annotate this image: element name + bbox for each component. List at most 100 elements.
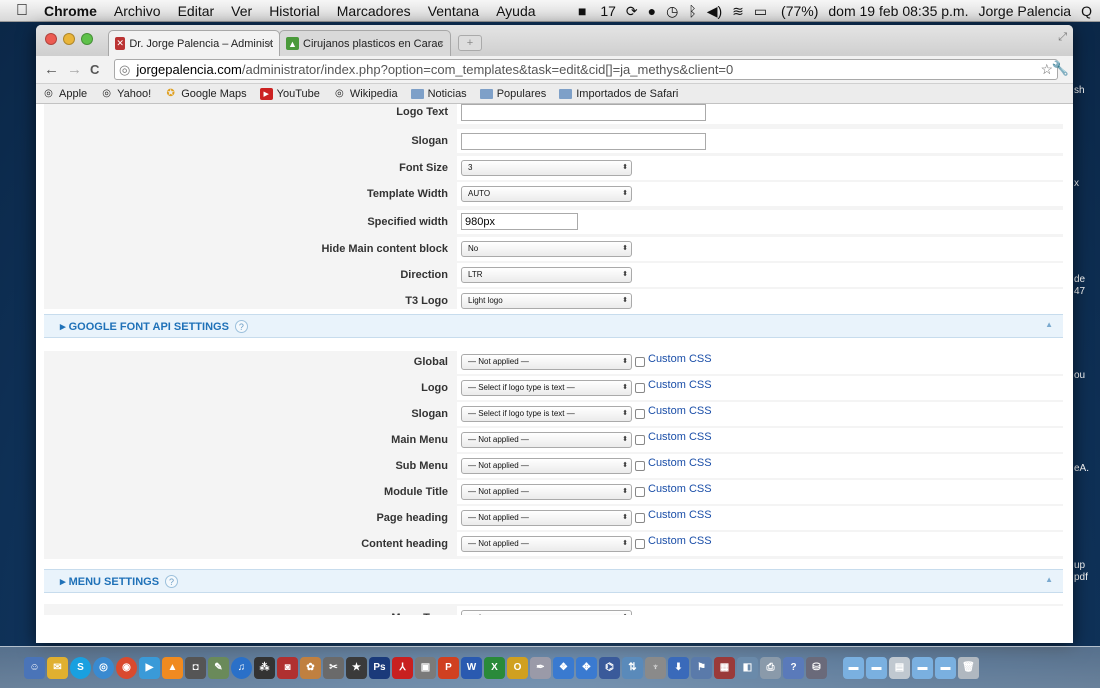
back-button[interactable]: ← xyxy=(44,61,59,78)
slogan-input[interactable] xyxy=(461,133,706,150)
printer-icon[interactable]: ⎙ xyxy=(760,656,781,679)
collapse-icon[interactable]: ▲ xyxy=(1045,320,1053,329)
tab-admin[interactable]: ✕ Dr. Jorge Palencia – Administ × xyxy=(108,30,280,56)
custom-css-label[interactable]: Custom CSS xyxy=(648,509,712,521)
spotlight-icon[interactable]: Q xyxy=(1081,3,1092,19)
google-font-section-header[interactable]: ▸ GOOGLE FONT API SETTINGS? ▲ xyxy=(44,314,1063,338)
custom-css-checkbox[interactable] xyxy=(635,383,645,393)
google-font-select[interactable]: — Not applied — ⬍ xyxy=(461,510,632,526)
network-icon[interactable]: ⌬ xyxy=(599,656,620,679)
imovie-icon[interactable]: ★ xyxy=(346,656,367,679)
document-stack-icon[interactable]: ▤ xyxy=(889,656,910,679)
help-app-icon[interactable]: ? xyxy=(783,656,804,679)
fullscreen-icon[interactable]: ⤢ xyxy=(1058,31,1067,44)
iphoto-icon[interactable]: ✿ xyxy=(300,656,321,679)
menu-marcadores[interactable]: Marcadores xyxy=(337,3,411,19)
skype-icon[interactable]: S xyxy=(70,656,91,679)
menu-archivo[interactable]: Archivo xyxy=(114,3,161,19)
battery-icon[interactable]: ▭ (77%) xyxy=(754,3,818,20)
custom-css-checkbox[interactable] xyxy=(635,409,645,419)
image-icon[interactable]: ◧ xyxy=(737,656,758,679)
sync-app-icon[interactable]: ✥ xyxy=(576,656,597,679)
excel-icon[interactable]: X xyxy=(484,656,505,679)
user-name[interactable]: Jorge Palencia xyxy=(978,3,1071,19)
photo-booth-icon[interactable]: ◙ xyxy=(277,656,298,679)
disk-utility-icon[interactable]: ▣ xyxy=(415,656,436,679)
bookmark-noticias[interactable]: Noticias xyxy=(410,88,467,100)
google-font-select[interactable]: — Not applied — ⬍ xyxy=(461,536,632,552)
word-icon[interactable]: W xyxy=(461,656,482,679)
flag-icon[interactable]: ⚑ xyxy=(691,656,712,679)
google-font-select[interactable]: — Not applied — ⬍ xyxy=(461,458,632,474)
tab-cirujanos[interactable]: ▲ Cirujanos plasticos en Carac × xyxy=(279,30,451,56)
vlc-icon[interactable]: ▲ xyxy=(162,656,183,679)
menu-historial[interactable]: Historial xyxy=(269,3,320,19)
specified-width-input[interactable] xyxy=(461,213,578,230)
menu-ventana[interactable]: Ventana xyxy=(428,3,479,19)
template-width-select[interactable]: AUTO ⬍ xyxy=(461,186,632,202)
custom-css-label[interactable]: Custom CSS xyxy=(648,379,712,391)
custom-css-checkbox[interactable] xyxy=(635,513,645,523)
applications-folder-icon[interactable]: ▬ xyxy=(843,656,864,679)
volume-icon[interactable]: ◀) xyxy=(707,3,722,20)
bookmark-yahoo[interactable]: ◎ Yahoo! xyxy=(100,88,151,100)
custom-css-label[interactable]: Custom CSS xyxy=(648,431,712,443)
downloads-folder-icon[interactable]: ▬ xyxy=(912,656,933,679)
textedit-icon[interactable]: ✒ xyxy=(530,656,551,679)
eye-icon[interactable]: ● xyxy=(648,3,656,19)
custom-css-checkbox[interactable] xyxy=(635,357,645,367)
google-font-select[interactable]: — Not applied — ⬍ xyxy=(461,432,632,448)
tools-icon[interactable]: ✂ xyxy=(323,656,344,679)
camera-icon[interactable]: ◘ xyxy=(185,656,206,679)
facetime-icon[interactable]: ▶ xyxy=(139,656,160,679)
documents-folder-icon[interactable]: ▬ xyxy=(866,656,887,679)
bookmark-google-maps[interactable]: ✪ Google Maps xyxy=(164,88,247,100)
adobe-updater-icon[interactable]: ■ 17 xyxy=(578,3,616,19)
wifi-icon[interactable]: ≋ xyxy=(732,3,744,20)
folder-stack-icon[interactable]: ▬ xyxy=(935,656,956,679)
forward-button[interactable]: → xyxy=(67,61,82,78)
zoom-window-button[interactable] xyxy=(81,33,93,45)
hide-main-select[interactable]: No ⬍ xyxy=(461,241,632,257)
close-window-button[interactable] xyxy=(45,33,57,45)
menu-ver[interactable]: Ver xyxy=(231,3,252,19)
trash-icon[interactable]: 🗑 xyxy=(958,656,979,679)
bluetooth-icon[interactable]: ᛒ xyxy=(688,3,696,19)
t3-logo-select[interactable]: Light logo ⬍ xyxy=(461,293,632,309)
google-font-select[interactable]: — Select if logo type is text — ⬍ xyxy=(461,406,632,422)
direction-select[interactable]: LTR ⬍ xyxy=(461,267,632,283)
menu-ayuda[interactable]: Ayuda xyxy=(496,3,535,19)
custom-css-checkbox[interactable] xyxy=(635,539,645,549)
custom-css-label[interactable]: Custom CSS xyxy=(648,535,712,547)
dropbox-icon[interactable]: ❖ xyxy=(553,656,574,679)
menu-chrome[interactable]: Chrome xyxy=(44,3,97,19)
bookmark-youtube[interactable]: ▶ YouTube xyxy=(259,87,320,100)
logo-text-input[interactable] xyxy=(461,104,706,121)
menu-editar[interactable]: Editar xyxy=(178,3,215,19)
custom-css-label[interactable]: Custom CSS xyxy=(648,483,712,495)
tab-close-icon[interactable]: × xyxy=(438,38,444,50)
download-icon[interactable]: ⬇ xyxy=(668,656,689,679)
bookmark-populares[interactable]: Populares xyxy=(479,88,546,100)
calendar-icon[interactable]: ▦ xyxy=(714,656,735,679)
menu-type-select[interactable]: mainmenu ⬍ xyxy=(461,610,632,615)
powerpoint-icon[interactable]: P xyxy=(438,656,459,679)
custom-css-checkbox[interactable] xyxy=(635,487,645,497)
bookmark-importados[interactable]: Importados de Safari xyxy=(559,88,678,100)
minimize-window-button[interactable] xyxy=(63,33,75,45)
photoshop-icon[interactable]: Ps xyxy=(369,656,390,679)
preview-icon[interactable]: ✎ xyxy=(208,656,229,679)
custom-css-label[interactable]: Custom CSS xyxy=(648,405,712,417)
outlook-icon[interactable]: O xyxy=(507,656,528,679)
reload-button[interactable]: C xyxy=(90,62,99,77)
help-icon[interactable]: ? xyxy=(165,575,179,588)
font-size-select[interactable]: 3 ⬍ xyxy=(461,160,632,176)
custom-css-checkbox[interactable] xyxy=(635,435,645,445)
collapse-icon[interactable]: ▲ xyxy=(1045,575,1053,584)
itunes-icon[interactable]: ♫ xyxy=(231,656,252,679)
sync-icon[interactable]: ⟳ xyxy=(626,3,638,20)
apple-menu-icon[interactable]:  xyxy=(0,2,44,20)
google-font-select[interactable]: — Select if logo type is text — ⬍ xyxy=(461,380,632,396)
new-tab-button[interactable]: + xyxy=(458,35,482,51)
blackberry-icon[interactable]: ⁂ xyxy=(254,656,275,679)
